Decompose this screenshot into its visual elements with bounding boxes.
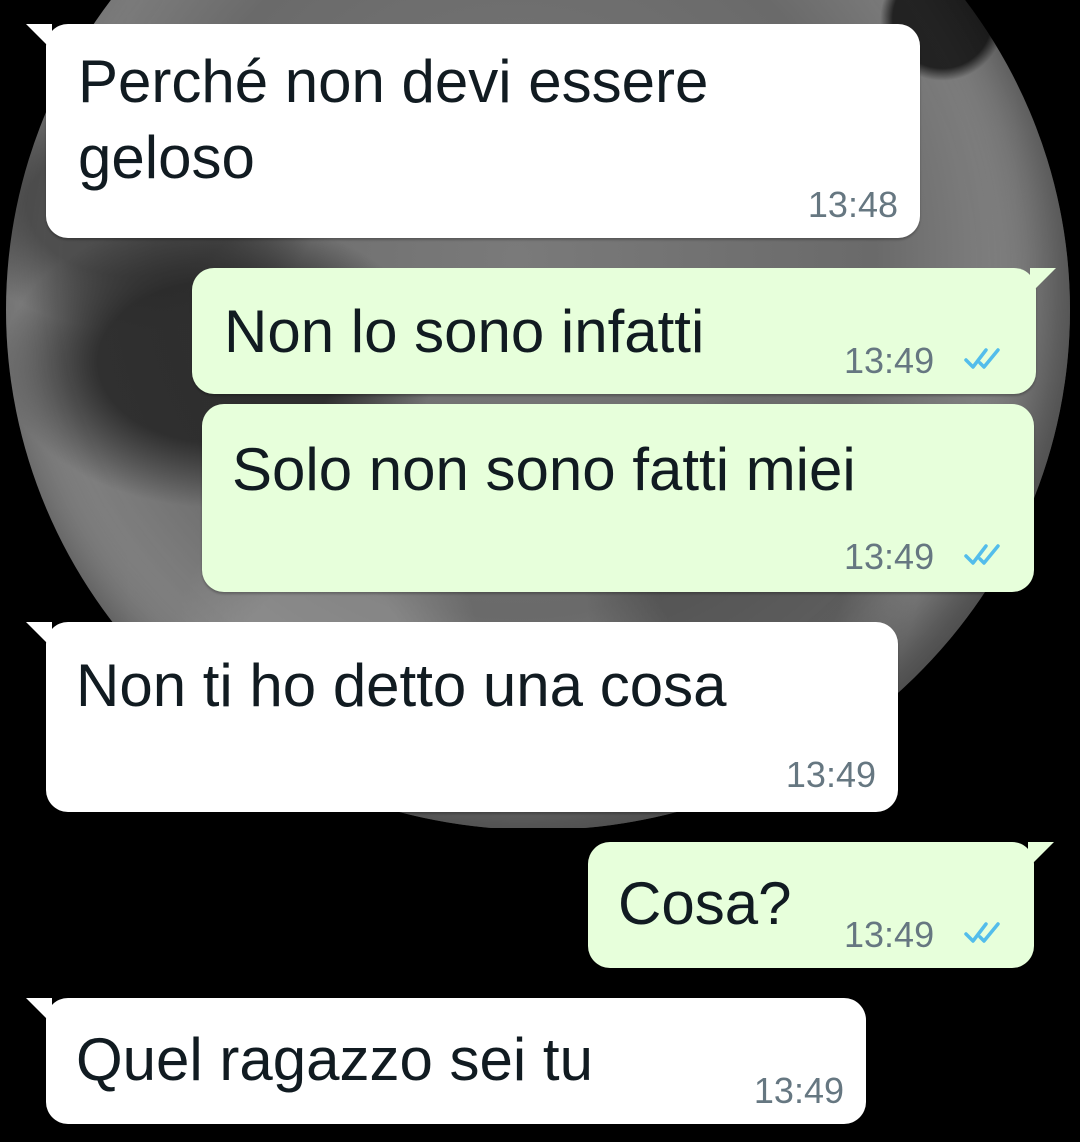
message-outgoing[interactable]: Non lo sono infatti 13:49 bbox=[192, 268, 1056, 394]
message-text: Non lo sono infatti bbox=[224, 298, 705, 365]
message-time: 13:49 bbox=[844, 914, 935, 955]
double-check-icon bbox=[964, 348, 1000, 369]
double-check-icon bbox=[964, 922, 1000, 943]
message-time: 13:49 bbox=[785, 754, 876, 795]
message-text: Quel ragazzo sei tu bbox=[76, 1026, 593, 1093]
message-outgoing[interactable]: Solo non sono fatti miei 13:49 bbox=[202, 404, 1034, 592]
message-incoming[interactable]: Perché non devi essere geloso 13:48 bbox=[26, 24, 920, 238]
message-outgoing[interactable]: Cosa? 13:49 bbox=[588, 842, 1054, 968]
message-text: Non ti ho detto una cosa bbox=[76, 652, 727, 719]
message-time: 13:49 bbox=[753, 1070, 844, 1111]
message-incoming[interactable]: Quel ragazzo sei tu 13:49 bbox=[26, 998, 866, 1124]
message-text: Solo non sono fatti miei bbox=[232, 436, 856, 503]
message-text: Perché non devi essere geloso bbox=[78, 48, 709, 191]
message-time: 13:49 bbox=[844, 340, 935, 381]
message-time: 13:48 bbox=[807, 184, 898, 225]
message-incoming[interactable]: Non ti ho detto una cosa 13:49 bbox=[26, 622, 898, 812]
message-time: 13:49 bbox=[844, 536, 935, 577]
double-check-icon bbox=[964, 544, 1000, 565]
message-text: Cosa? bbox=[618, 870, 792, 937]
